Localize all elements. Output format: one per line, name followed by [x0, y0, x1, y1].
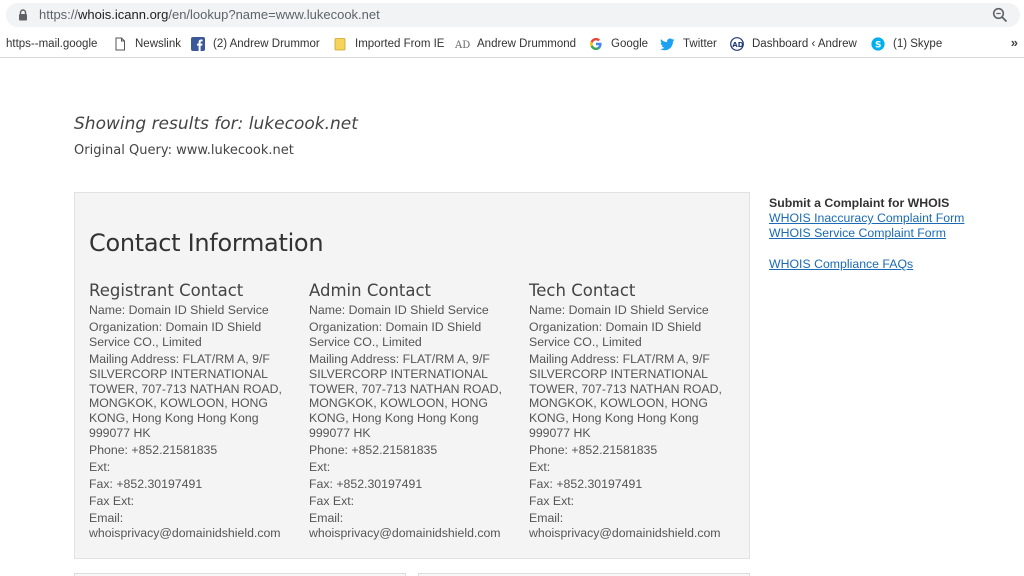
- bookmark-google[interactable]: Google: [589, 35, 648, 53]
- contact-heading: Admin Contact: [309, 281, 432, 300]
- twitter-icon: [660, 38, 675, 50]
- bookmark-twitter[interactable]: Twitter: [660, 35, 717, 53]
- contact-address: Mailing Address: FLAT/RM A, 9/F SILVERCO…: [529, 351, 722, 440]
- google-icon: [590, 38, 602, 50]
- contact-phone: Phone: +852.21581835: [529, 442, 658, 457]
- facebook-icon: [191, 37, 205, 51]
- bookmark-imported-from-ie[interactable]: Imported From IE: [333, 35, 444, 53]
- contact-phone: Phone: +852.21581835: [309, 442, 438, 457]
- dashboard-icon: AD: [730, 37, 744, 51]
- svg-text:S: S: [875, 41, 881, 51]
- contact-email: Email: whoisprivacy@domainidshield.com: [309, 510, 501, 540]
- contact-organization: Organization: Domain ID Shield Service C…: [309, 320, 482, 349]
- original-query: Original Query: www.lukecook.net: [74, 143, 294, 158]
- bookmark-label: (2) Andrew Drummor: [213, 38, 320, 50]
- contact-fax: Fax: +852.30197491: [529, 476, 643, 491]
- contact-organization: Organization: Domain ID Shield Service C…: [529, 320, 702, 349]
- bookmark-facebook[interactable]: (2) Andrew Drummor: [191, 35, 320, 53]
- bookmark-label: https--mail.google: [6, 38, 98, 50]
- bookmark-label: Twitter: [683, 38, 717, 50]
- url-scheme: https://: [39, 7, 79, 22]
- svg-text:AD: AD: [455, 40, 470, 51]
- contact-ext: Ext:: [529, 459, 551, 474]
- bookmark-dashboard[interactable]: AD Dashboard ‹ Andrew: [730, 35, 857, 53]
- bookmark-andrew-drummond[interactable]: AD Andrew Drummond: [455, 35, 576, 53]
- bookmark-label: Imported From IE: [355, 38, 445, 50]
- bookmark-label: Dashboard ‹ Andrew: [752, 38, 857, 50]
- bookmarks-overflow-icon[interactable]: »: [1011, 35, 1018, 50]
- skype-icon: S: [871, 37, 885, 51]
- whois-compliance-faqs-link[interactable]: WHOIS Compliance FAQs: [769, 257, 1009, 272]
- contact-fax: Fax: +852.30197491: [89, 476, 203, 491]
- contact-fax-ext: Fax Ext:: [89, 493, 135, 508]
- bookmark-label: Andrew Drummond: [477, 38, 577, 50]
- bookmark-skype[interactable]: S (1) Skype: [871, 35, 942, 53]
- contact-ext: Ext:: [309, 459, 331, 474]
- url-host: whois.icann.org: [78, 7, 169, 22]
- contact-address: Mailing Address: FLAT/RM A, 9/F SILVERCO…: [309, 351, 502, 440]
- contact-fax-ext: Fax Ext:: [529, 493, 575, 508]
- bookmarks-bar: https--mail.google Newslink (2) Andrew D…: [0, 30, 1024, 58]
- whois-service-complaint-link[interactable]: WHOIS Service Complaint Form: [769, 226, 1009, 241]
- url-text[interactable]: https://whois.icann.org/en/lookup?name=w…: [39, 7, 380, 22]
- contact-information-panel: Contact Information Registrant Contact N…: [74, 192, 750, 559]
- contact-name: Name: Domain ID Shield Service: [89, 303, 269, 318]
- contact-fax: Fax: +852.30197491: [309, 476, 423, 491]
- contact-information-title: Contact Information: [89, 229, 324, 257]
- zoom-icon[interactable]: [992, 7, 1008, 23]
- complaint-sidebar: Submit a Complaint for WHOIS WHOIS Inacc…: [769, 196, 1009, 272]
- tech-contact: Tech Contact Name: Domain ID Shield Serv…: [529, 281, 741, 540]
- contact-ext: Ext:: [89, 459, 111, 474]
- bookmark-label: (1) Skype: [893, 38, 943, 50]
- contact-phone: Phone: +852.21581835: [89, 442, 218, 457]
- contact-name: Name: Domain ID Shield Service: [309, 303, 489, 318]
- url-path: /en/lookup?name=www.lukecook.net: [168, 7, 380, 22]
- registrant-contact: Registrant Contact Name: Domain ID Shiel…: [89, 281, 301, 540]
- whois-inaccuracy-complaint-link[interactable]: WHOIS Inaccuracy Complaint Form: [769, 211, 1009, 226]
- bookmark-mail-google[interactable]: https--mail.google: [6, 35, 97, 53]
- contact-email: Email: whoisprivacy@domainidshield.com: [529, 510, 721, 540]
- omnibox[interactable]: https://whois.icann.org/en/lookup?name=w…: [6, 3, 1020, 27]
- contact-name: Name: Domain ID Shield Service: [529, 303, 709, 318]
- ad-icon: AD: [455, 40, 470, 51]
- contact-heading: Registrant Contact: [89, 281, 244, 300]
- lock-icon[interactable]: [18, 9, 28, 21]
- contact-email: Email: whoisprivacy@domainidshield.com: [89, 510, 281, 540]
- contact-address: Mailing Address: FLAT/RM A, 9/F SILVERCO…: [89, 351, 282, 440]
- admin-contact: Admin Contact Name: Domain ID Shield Ser…: [309, 281, 521, 540]
- contact-fax-ext: Fax Ext:: [309, 493, 355, 508]
- complaint-sidebar-title: Submit a Complaint for WHOIS: [769, 196, 950, 210]
- showing-results-heading: Showing results for: lukecook.net: [74, 114, 358, 134]
- contact-heading: Tech Contact: [529, 281, 636, 300]
- folder-icon: [334, 38, 346, 51]
- svg-text:AD: AD: [732, 41, 743, 49]
- address-bar: https://whois.icann.org/en/lookup?name=w…: [0, 0, 1024, 30]
- bookmark-label: Google: [611, 38, 649, 50]
- page-icon: [115, 37, 125, 51]
- bookmark-newslink[interactable]: Newslink: [113, 35, 181, 53]
- contact-organization: Organization: Domain ID Shield Service C…: [89, 320, 262, 349]
- bookmark-label: Newslink: [135, 38, 182, 50]
